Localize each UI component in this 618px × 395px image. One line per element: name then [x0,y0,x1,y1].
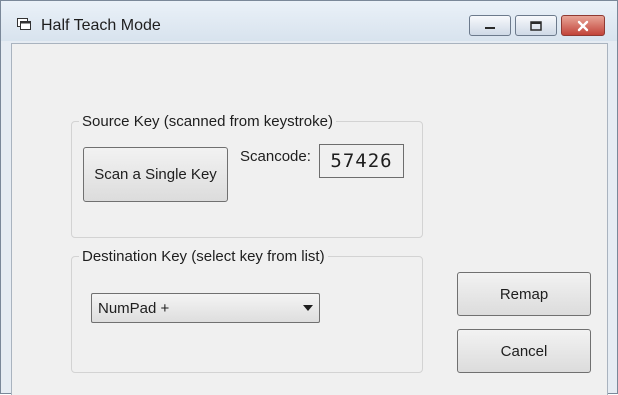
maximize-button[interactable] [515,15,557,36]
close-icon [577,20,589,31]
scancode-value: 57426 [319,144,404,178]
window-title: Half Teach Mode [41,17,161,34]
chevron-down-icon[interactable] [303,305,313,311]
destination-key-dropdown[interactable]: NumPad + [91,293,320,323]
title-bar[interactable]: Half Teach Mode [1,1,617,41]
destination-key-legend: Destination Key (select key from list) [79,248,328,265]
remap-button[interactable]: Remap [457,272,591,316]
close-button[interactable] [561,15,605,36]
minimize-icon [485,26,495,29]
scan-key-button[interactable]: Scan a Single Key [83,147,228,202]
window-icon [17,18,31,30]
minimize-button[interactable] [469,15,511,36]
cancel-button[interactable]: Cancel [457,329,591,373]
dropdown-selected-value: NumPad + [98,300,170,317]
source-key-legend: Source Key (scanned from keystroke) [79,113,336,130]
scancode-label: Scancode: [240,148,311,165]
half-teach-mode-window: Half Teach Mode Source Key (scanned from… [0,0,618,395]
maximize-icon [530,20,542,31]
